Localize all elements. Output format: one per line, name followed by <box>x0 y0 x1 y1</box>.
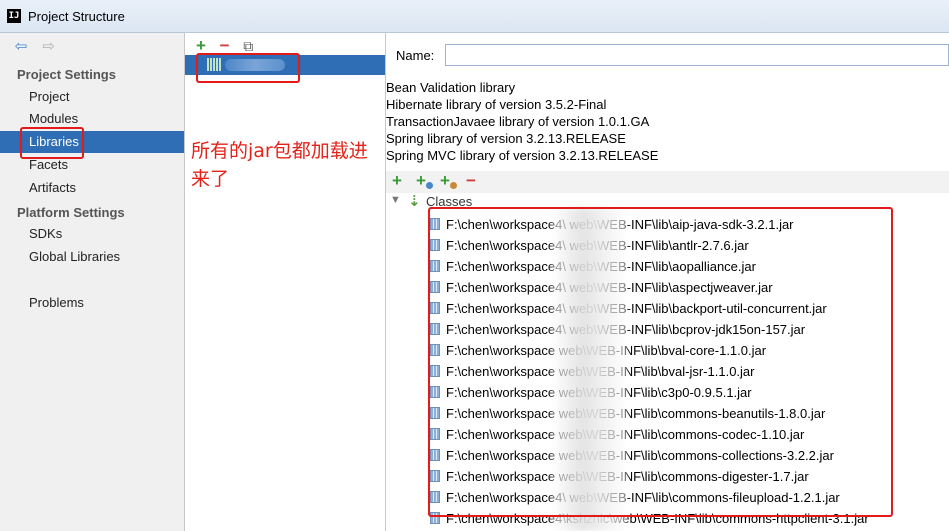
attach-jar-icon[interactable]: + <box>440 171 450 191</box>
library-highlight-box <box>196 53 300 83</box>
attach-badge-icon <box>426 182 433 189</box>
add-root-icon[interactable]: + <box>392 171 402 191</box>
library-description: Spring MVC library of version 3.2.13.REL… <box>386 148 659 163</box>
classes-toolbar: + + + − <box>386 171 949 193</box>
library-list-panel: + − ⧉ 所有的jar包都加载进来了 <box>185 33 386 531</box>
nav-history-arrows: ⇦ ⇨ <box>12 37 58 57</box>
library-description: TransactionJavaee library of version 1.0… <box>386 114 650 129</box>
attach-classes-icon[interactable]: + <box>416 171 426 191</box>
window-title: Project Structure <box>28 9 125 24</box>
nav-item-problems[interactable]: Problems <box>0 292 184 314</box>
annotation-text: 所有的jar包都加载进来了 <box>191 140 368 190</box>
jar-badge-icon <box>450 182 457 189</box>
library-description: Spring library of version 3.2.13.RELEASE <box>386 131 626 146</box>
arrow-left-icon[interactable]: ⇦ <box>12 37 30 55</box>
library-description: Bean Validation library <box>386 80 516 95</box>
library-name-input[interactable] <box>445 44 949 66</box>
arrow-right-icon[interactable]: ⇨ <box>40 37 58 55</box>
window-title-bar: IJ Project Structure <box>0 0 949 33</box>
chevron-down-icon[interactable]: ▼ <box>390 194 401 206</box>
nav-item-artifacts[interactable]: Artifacts <box>0 177 184 199</box>
remove-root-icon[interactable]: − <box>466 171 476 191</box>
name-label: Name: <box>396 48 435 63</box>
nav-item-global-libraries[interactable]: Global Libraries <box>0 246 184 268</box>
platform-settings-header: Platform Settings <box>17 205 125 220</box>
libraries-highlight-box <box>20 127 84 159</box>
intellij-app-icon: IJ <box>7 9 21 23</box>
project-settings-header: Project Settings <box>17 67 116 82</box>
nav-item-sdks[interactable]: SDKs <box>0 223 184 245</box>
nav-item-project[interactable]: Project <box>0 86 184 108</box>
library-description: Hibernate library of version 3.5.2-Final <box>386 97 607 112</box>
classes-root-icon: ⇣ <box>408 193 421 210</box>
settings-navigation: ⇦ ⇨ Project Settings Project Modules Lib… <box>0 33 185 531</box>
jar-list-highlight-box <box>428 207 893 517</box>
